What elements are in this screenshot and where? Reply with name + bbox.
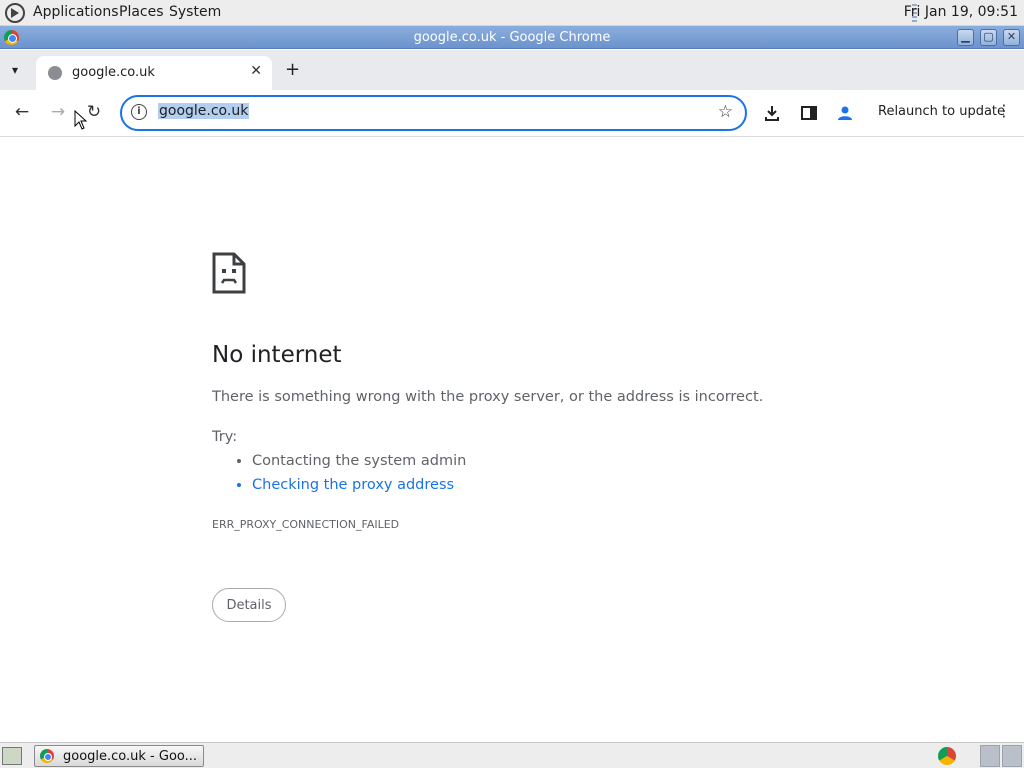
url-text[interactable]: google.co.uk <box>158 103 250 119</box>
site-info-icon[interactable]: i <box>131 104 147 120</box>
suggestion-list: Contacting the system admin Checking the… <box>236 451 466 499</box>
side-panel-icon[interactable] <box>800 104 818 122</box>
more-menu-icon[interactable]: ⋮ <box>996 101 1012 120</box>
show-desktop-icon[interactable] <box>2 747 22 765</box>
close-tab-icon[interactable]: ✕ <box>250 63 262 79</box>
mouse-cursor-icon <box>74 110 88 130</box>
top-panel: Applications Places System Fri Jan 19, 0… <box>0 0 1024 26</box>
browser-toolbar: ← → ↻ i google.co.uk ☆ Relaunch to updat… <box>0 90 1024 137</box>
menu-system[interactable]: System <box>169 4 221 20</box>
sad-document-icon <box>212 252 246 294</box>
profile-avatar-icon[interactable] <box>836 104 854 122</box>
workspace-2[interactable] <box>1002 745 1022 767</box>
try-label: Try: <box>212 429 238 445</box>
tray-chrome-icon[interactable] <box>938 747 956 765</box>
workspace-1[interactable] <box>980 745 1000 767</box>
os-logo-icon[interactable] <box>4 2 26 24</box>
tab-google[interactable]: google.co.uk ✕ <box>36 56 272 90</box>
globe-icon <box>48 66 62 80</box>
download-icon[interactable] <box>763 104 781 122</box>
address-bar[interactable]: i google.co.uk ☆ <box>120 95 747 131</box>
tab-strip: ▾ google.co.uk ✕ + <box>0 50 1024 90</box>
minimize-button[interactable]: ▁ <box>957 29 974 46</box>
new-tab-icon[interactable]: + <box>285 59 300 80</box>
window-title: google.co.uk - Google Chrome <box>413 30 611 45</box>
error-code: ERR_PROXY_CONNECTION_FAILED <box>212 518 400 531</box>
suggestion-contact-admin: Contacting the system admin <box>252 451 466 475</box>
relaunch-to-update-button[interactable]: Relaunch to update <box>878 104 1005 119</box>
bottom-taskbar: google.co.uk - Goo... <box>0 742 1024 768</box>
chrome-icon <box>4 30 19 45</box>
window-titlebar[interactable]: google.co.uk - Google Chrome ▁ ▢ ✕ <box>0 26 1024 49</box>
taskbar-window-label: google.co.uk - Goo... <box>63 749 198 764</box>
suggestion-check-proxy-link[interactable]: Checking the proxy address <box>252 475 466 499</box>
error-heading: No internet <box>212 342 342 368</box>
chrome-icon <box>40 749 54 763</box>
error-message: There is something wrong with the proxy … <box>212 389 764 405</box>
maximize-button[interactable]: ▢ <box>980 29 997 46</box>
close-window-button[interactable]: ✕ <box>1003 29 1020 46</box>
tab-label: google.co.uk <box>72 65 155 80</box>
taskbar-window-button[interactable]: google.co.uk - Goo... <box>34 745 204 767</box>
menu-places[interactable]: Places <box>119 4 164 20</box>
back-icon[interactable]: ← <box>11 102 33 122</box>
details-button[interactable]: Details <box>212 588 286 622</box>
tab-search-chevron-icon[interactable]: ▾ <box>12 63 18 77</box>
menu-applications[interactable]: Applications <box>33 4 119 20</box>
bookmark-star-icon[interactable]: ☆ <box>718 102 733 122</box>
page-content: No internet There is something wrong wit… <box>0 138 1024 742</box>
forward-icon[interactable]: → <box>47 102 69 122</box>
clock[interactable]: Fri Jan 19, 09:51 <box>904 4 1018 20</box>
